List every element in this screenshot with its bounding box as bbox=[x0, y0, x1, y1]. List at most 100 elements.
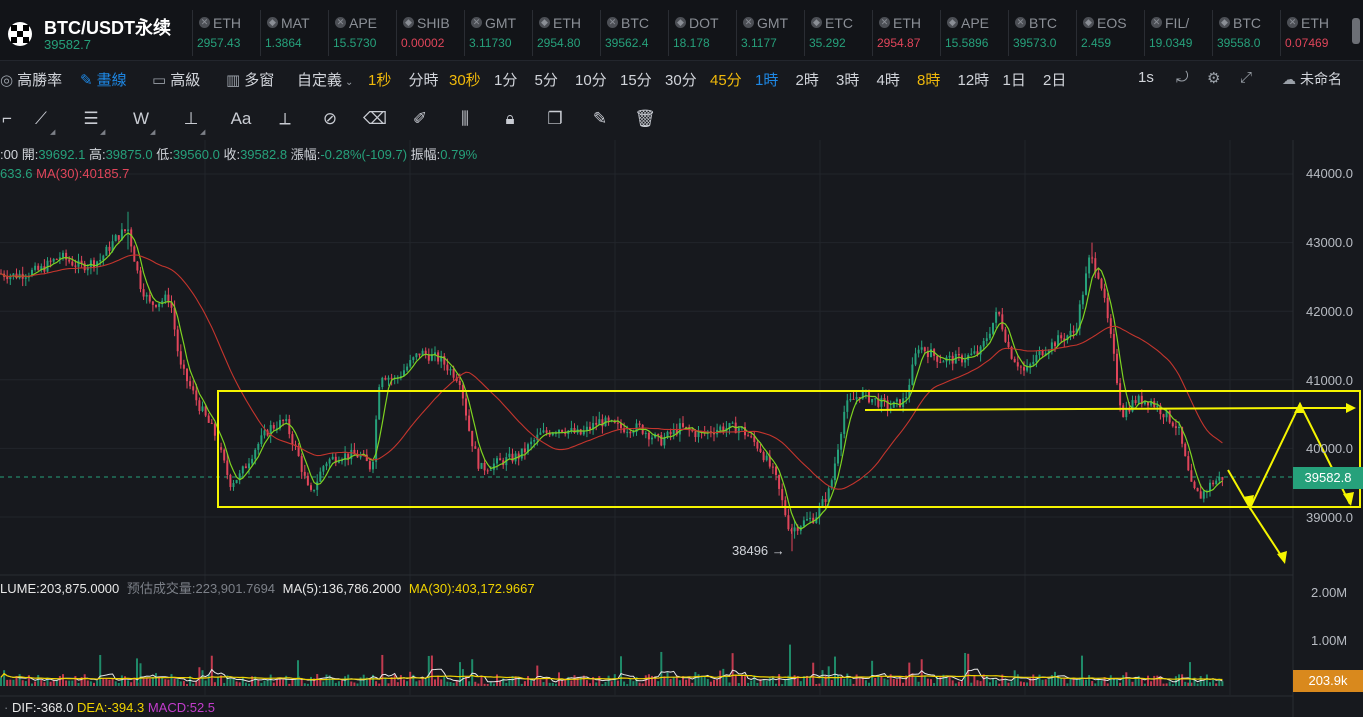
interval-button[interactable]: 45分 bbox=[710, 69, 742, 90]
interval-button[interactable]: 3時 bbox=[836, 69, 859, 90]
ticker-symbol: GMT bbox=[485, 15, 517, 31]
interval-1s-button[interactable]: 1s bbox=[1138, 69, 1154, 86]
ruler-tool-icon[interactable]: ⟂ bbox=[272, 107, 298, 131]
volume-bar bbox=[886, 679, 889, 686]
ticker-item[interactable]: ✕ BTC 39573.0 bbox=[1008, 10, 1075, 56]
candle-body bbox=[285, 419, 288, 421]
ticker-item[interactable]: ✕ FIL/19.0349 bbox=[1144, 10, 1211, 56]
coin-icon: ✕ bbox=[1287, 17, 1298, 28]
volume-bar bbox=[992, 678, 994, 686]
ticker-item[interactable]: ✕ ETH 0.07469 bbox=[1280, 10, 1347, 56]
candle-body bbox=[263, 430, 266, 436]
interval-button[interactable]: 30秒 bbox=[449, 69, 481, 90]
delete-tool-icon[interactable]: 🗑︎ bbox=[632, 107, 658, 131]
parallel-lines-tool-icon[interactable]: ☰ ◢ bbox=[78, 107, 105, 136]
trend-line-tool-icon[interactable]: ⟋ ◢ bbox=[28, 107, 55, 136]
eraser-tool-icon[interactable]: ⌫ bbox=[362, 107, 388, 131]
settings-icon[interactable]: ⚙ bbox=[1207, 69, 1220, 87]
ticker-item[interactable]: ◆ ETC 35.292 bbox=[804, 10, 871, 56]
fullscreen-icon[interactable]: ⤢ bbox=[1240, 69, 1252, 86]
candles-tool-icon[interactable]: ⫼ bbox=[452, 107, 478, 131]
ticker-item[interactable]: ◆ ETH 2954.80 bbox=[532, 10, 599, 56]
candle-body bbox=[310, 485, 312, 490]
volume-bar bbox=[291, 679, 294, 686]
ticker-item[interactable]: ✕ APE 15.5730 bbox=[328, 10, 395, 56]
magnet-tool-icon[interactable]: ⊘ bbox=[317, 107, 343, 131]
volume-bar bbox=[1047, 679, 1050, 686]
cloud-layout-button[interactable]: ☁ 未命名 bbox=[1282, 69, 1342, 89]
volume-bar bbox=[756, 682, 759, 686]
interval-button[interactable]: 1秒 bbox=[368, 69, 391, 90]
volume-bar bbox=[415, 681, 418, 686]
replay-icon[interactable]: ⤾ bbox=[1176, 69, 1189, 86]
price-chart[interactable] bbox=[0, 140, 1363, 717]
interval-button[interactable]: 4時 bbox=[877, 69, 900, 90]
ticker-item[interactable]: ◆ DOT 18.178 bbox=[668, 10, 735, 56]
advanced-button[interactable]: ▭ 高級 bbox=[152, 69, 200, 90]
copy-tool-icon[interactable]: ❐ bbox=[542, 107, 568, 131]
candle-body bbox=[579, 429, 582, 435]
cursor-tool-icon[interactable]: ⌐ bbox=[0, 107, 14, 131]
candle-body bbox=[1029, 364, 1032, 367]
candle-body bbox=[223, 449, 226, 461]
ticker-item[interactable]: ◆ APE 15.5896 bbox=[940, 10, 1007, 56]
ticker-item[interactable]: ✕ GMT 3.1177 bbox=[736, 10, 803, 56]
multi-window-button[interactable]: ▥ 多窗 bbox=[226, 69, 274, 90]
win-rate-button[interactable]: ◎ 高勝率 bbox=[0, 69, 62, 90]
draw-line-button[interactable]: ✎ 畫線 bbox=[80, 69, 127, 90]
interval-button[interactable]: 1分 bbox=[494, 69, 517, 90]
candle-body bbox=[1193, 481, 1196, 489]
interval-button[interactable]: 分時 bbox=[409, 69, 439, 90]
measure-tool-icon[interactable]: ⊥ ◢ bbox=[178, 107, 206, 136]
volume-bar bbox=[1066, 683, 1069, 686]
volume-bar bbox=[1205, 674, 1208, 686]
volume-bar bbox=[368, 679, 371, 686]
candle-body bbox=[124, 229, 126, 232]
volume-bar bbox=[229, 678, 232, 686]
interval-button[interactable]: 2時 bbox=[796, 69, 819, 90]
volume-bar bbox=[1026, 682, 1029, 686]
ticker-item[interactable]: ◆ SHIB 0.00002 bbox=[396, 10, 463, 56]
text-tool-icon[interactable]: Aa bbox=[228, 107, 254, 131]
ticker-item[interactable]: ◆ BTC 39558.0 bbox=[1212, 10, 1279, 56]
wave-tool-icon[interactable]: W ◢ bbox=[128, 107, 155, 136]
ticker-item[interactable]: ✕ GMT 3.11730 bbox=[464, 10, 531, 56]
volume-bar bbox=[496, 674, 498, 686]
volume-bar bbox=[272, 682, 275, 686]
ticker-symbol: EOS bbox=[1097, 15, 1127, 31]
interval-button[interactable]: 5分 bbox=[535, 69, 558, 90]
interval-button[interactable]: 30分 bbox=[665, 69, 697, 90]
ticker-item[interactable]: ◆ EOS 2.459 bbox=[1076, 10, 1143, 56]
volume-bar bbox=[437, 675, 440, 686]
candle-body bbox=[1137, 395, 1140, 404]
last-volume-tag: 203.9k bbox=[1293, 670, 1363, 692]
candle-body bbox=[71, 261, 74, 266]
candle-body bbox=[34, 265, 37, 270]
volume-bar bbox=[1112, 678, 1115, 686]
volume-bar bbox=[837, 674, 839, 686]
interval-button[interactable]: 8時 bbox=[917, 69, 940, 90]
ticker-scrollbar[interactable] bbox=[1352, 18, 1360, 44]
ticker-item[interactable]: ✕ ETH 2954.87 bbox=[872, 10, 939, 56]
low-value: 39560.0 bbox=[172, 147, 220, 162]
candle-body bbox=[449, 369, 452, 371]
custom-dropdown[interactable]: 自定義 ⌄ bbox=[297, 69, 357, 90]
lock-tool-icon[interactable]: 🔒︎ bbox=[497, 107, 523, 131]
ticker-item[interactable]: ◆ MAT 1.3864 bbox=[260, 10, 327, 56]
volume-bar bbox=[238, 682, 241, 686]
interval-button[interactable]: 1日 bbox=[1003, 69, 1026, 90]
interval-button[interactable]: 15分 bbox=[620, 69, 652, 90]
ticker-item[interactable]: ✕ BTC 39562.4 bbox=[600, 10, 667, 56]
volume-bar bbox=[1091, 681, 1094, 686]
interval-button[interactable]: 1時 bbox=[755, 69, 778, 90]
interval-button[interactable]: 12時 bbox=[958, 69, 990, 90]
interval-button[interactable]: 10分 bbox=[575, 69, 607, 90]
ticker-item[interactable]: ✕ ETH 2957.43 bbox=[192, 10, 259, 56]
volume-bar bbox=[1016, 674, 1019, 686]
coin-icon: ✕ bbox=[1015, 17, 1026, 28]
coin-icon: ◆ bbox=[539, 17, 550, 28]
edit-tool-icon[interactable]: ✎ bbox=[587, 107, 613, 131]
brush-tool-icon[interactable]: ✐ bbox=[407, 107, 433, 131]
interval-button[interactable]: 2日 bbox=[1043, 69, 1066, 90]
candle-body bbox=[778, 474, 781, 489]
